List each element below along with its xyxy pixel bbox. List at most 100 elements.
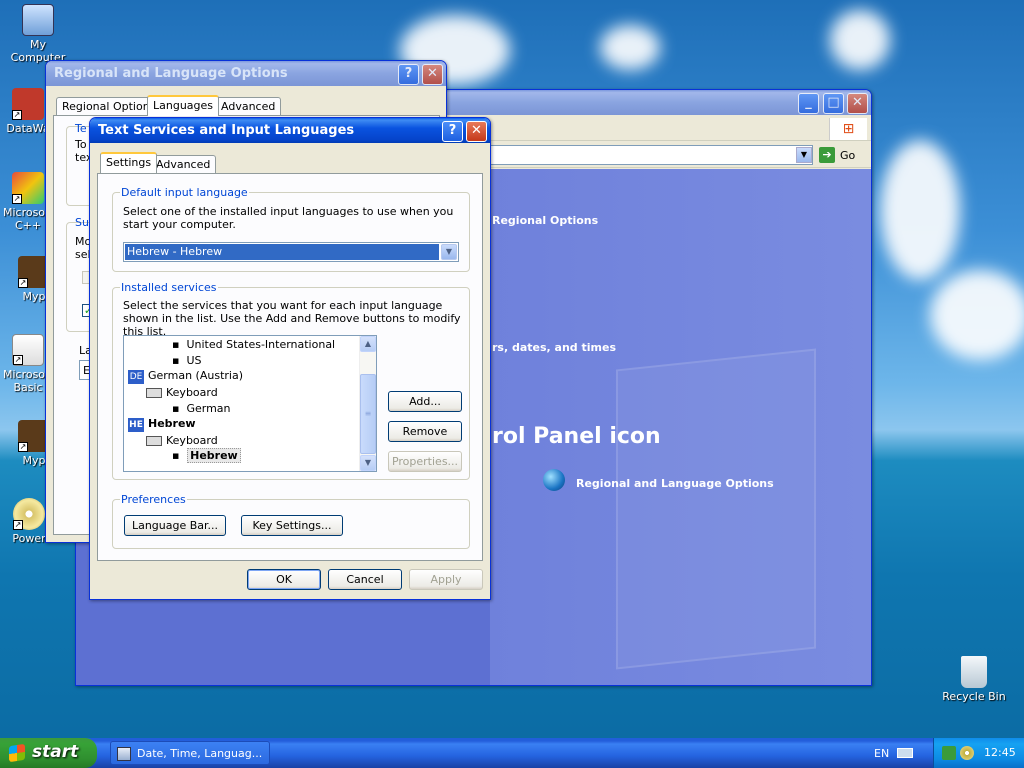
desktop-icon-my-computer[interactable]: My Computer xyxy=(1,4,75,64)
list-item[interactable]: ▪ United States-International xyxy=(172,338,335,351)
globe-icon[interactable] xyxy=(543,469,565,491)
services-list[interactable]: ▪ United States-International ▪ US DE Ger… xyxy=(123,335,377,472)
default-input-language-group: Default input language Select one of the… xyxy=(112,186,470,272)
go-button[interactable]: Go xyxy=(840,149,855,162)
ok-button[interactable]: OK xyxy=(247,569,321,590)
rlo-title: Regional and Language Options xyxy=(54,66,288,81)
list-item-label: United States-International xyxy=(186,338,336,351)
close-button[interactable]: ✕ xyxy=(466,121,487,142)
tab-settings[interactable]: Settings xyxy=(100,152,158,173)
scroll-up-arrow-icon[interactable]: ▲ xyxy=(360,336,376,352)
add-button[interactable]: Add... xyxy=(388,391,462,412)
tab-languages[interactable]: Languages xyxy=(147,95,220,116)
key-settings-button[interactable]: Key Settings... xyxy=(241,515,343,536)
cloud xyxy=(600,25,660,70)
list-item-label: Hebrew xyxy=(148,417,196,430)
close-button[interactable]: ✕ xyxy=(422,64,443,85)
address-input[interactable] xyxy=(490,145,813,165)
windows-flag-icon xyxy=(9,743,25,763)
group-label: Installed services xyxy=(120,281,218,294)
taskbar-button-date-time[interactable]: Date, Time, Languag... xyxy=(110,741,270,765)
windows-logo-icon: ⊞ xyxy=(829,118,867,140)
selected-language: Hebrew - Hebrew xyxy=(125,244,439,260)
keyboard-icon xyxy=(146,388,162,398)
cloud xyxy=(880,140,960,280)
tab-advanced[interactable]: Advanced xyxy=(150,155,217,174)
shortcut-arrow-icon: ↗ xyxy=(18,278,28,288)
default-language-select[interactable]: Hebrew - Hebrew ▼ xyxy=(123,242,459,262)
volume-tray-icon[interactable] xyxy=(960,746,974,760)
rlo-titlebar[interactable]: Regional and Language Options ? ✕ xyxy=(46,61,446,86)
watermark xyxy=(616,348,816,670)
section-heading: rol Panel icon xyxy=(492,424,661,449)
desktop-icon-label: Recycle Bin xyxy=(942,690,1006,703)
list-item-label: Hebrew xyxy=(187,448,241,463)
nav-item-regional-options[interactable]: Regional Options xyxy=(492,214,598,227)
list-item[interactable]: Keyboard xyxy=(146,434,218,447)
tsil-title: Text Services and Input Languages xyxy=(98,123,355,138)
network-tray-icon[interactable] xyxy=(942,746,956,760)
keyboard-tray-icon[interactable] xyxy=(897,748,913,758)
address-dropdown-button[interactable]: ▼ xyxy=(796,147,812,163)
cancel-button[interactable]: Cancel xyxy=(328,569,402,590)
scrollbar[interactable]: ▲ ≡ ▼ xyxy=(359,336,376,471)
desktop-icon-label: DataWa xyxy=(6,122,50,135)
text-fragment: To xyxy=(75,138,87,151)
language-badge-icon: DE xyxy=(128,370,144,384)
desktop-icon-label: Myp xyxy=(22,290,46,303)
cd-icon: ↗ xyxy=(13,498,45,530)
go-arrow-icon[interactable]: ➔ xyxy=(819,147,835,163)
tsil-titlebar[interactable]: Text Services and Input Languages ? ✕ xyxy=(90,118,490,143)
text-services-dialog: Text Services and Input Languages ? ✕ Se… xyxy=(89,117,491,600)
help-button[interactable]: ? xyxy=(442,121,463,142)
list-item-label: Keyboard xyxy=(166,434,218,447)
shortcut-arrow-icon: ↗ xyxy=(18,442,28,452)
shortcut-arrow-icon: ↗ xyxy=(13,355,23,365)
keyboard-icon xyxy=(146,436,162,446)
language-badge-icon: HE xyxy=(128,418,144,432)
scroll-down-arrow-icon[interactable]: ▼ xyxy=(360,455,376,471)
computer-icon xyxy=(22,4,54,36)
control-panel-icon xyxy=(117,747,131,761)
shortcut-arrow-icon: ↗ xyxy=(12,110,22,120)
list-item-label: Keyboard xyxy=(166,386,218,399)
desktop-icon-label: Power xyxy=(12,532,46,545)
taskbar: start Date, Time, Languag... EN 12:45 xyxy=(0,738,1024,768)
task-link[interactable]: rs, dates, and times xyxy=(492,341,616,354)
cloud xyxy=(930,270,1024,360)
scroll-thumb[interactable]: ≡ xyxy=(360,374,376,454)
shortcut-arrow-icon: ↗ xyxy=(12,194,22,204)
recycle-bin-icon xyxy=(961,656,987,688)
language-bar-button[interactable]: Language Bar... xyxy=(124,515,226,536)
list-item[interactable]: ▪ German xyxy=(172,402,231,415)
text-fragment: Te xyxy=(75,122,87,135)
list-item-label: German (Austria) xyxy=(148,369,243,382)
remove-button[interactable]: Remove xyxy=(388,421,462,442)
language-indicator[interactable]: EN xyxy=(874,747,889,760)
minimize-button[interactable]: _ xyxy=(798,93,819,114)
group-label: Preferences xyxy=(120,493,187,506)
list-item-label: US xyxy=(186,354,202,367)
properties-button: Properties... xyxy=(388,451,462,472)
list-item[interactable]: ▪ US xyxy=(172,354,202,367)
shortcut-arrow-icon: ↗ xyxy=(13,520,23,530)
group-label: Default input language xyxy=(120,186,249,199)
tab-advanced[interactable]: Advanced xyxy=(215,97,282,116)
help-button[interactable]: ? xyxy=(398,64,419,85)
regional-language-options-link[interactable]: Regional and Language Options xyxy=(576,477,774,490)
start-button[interactable]: start xyxy=(0,738,97,768)
list-item-selected[interactable]: ▪ Hebrew xyxy=(172,448,241,463)
taskbar-button-label: Date, Time, Languag... xyxy=(137,747,263,760)
maximize-button[interactable]: □ xyxy=(823,93,844,114)
list-item-language[interactable]: DE German (Austria) xyxy=(128,369,243,384)
close-button[interactable]: ✕ xyxy=(847,93,868,114)
app-icon: ↗ xyxy=(12,88,44,120)
clock[interactable]: 12:45 xyxy=(984,746,1016,759)
default-language-description: Select one of the installed input langua… xyxy=(123,205,454,231)
list-item-language[interactable]: HE Hebrew xyxy=(128,417,196,432)
tab-regional-options[interactable]: Regional Options xyxy=(56,97,162,116)
chevron-down-icon[interactable]: ▼ xyxy=(441,244,457,260)
app-icon: ↗ xyxy=(12,172,44,204)
desktop-icon-recycle-bin[interactable]: Recycle Bin xyxy=(937,656,1011,703)
list-item[interactable]: Keyboard xyxy=(146,386,218,399)
